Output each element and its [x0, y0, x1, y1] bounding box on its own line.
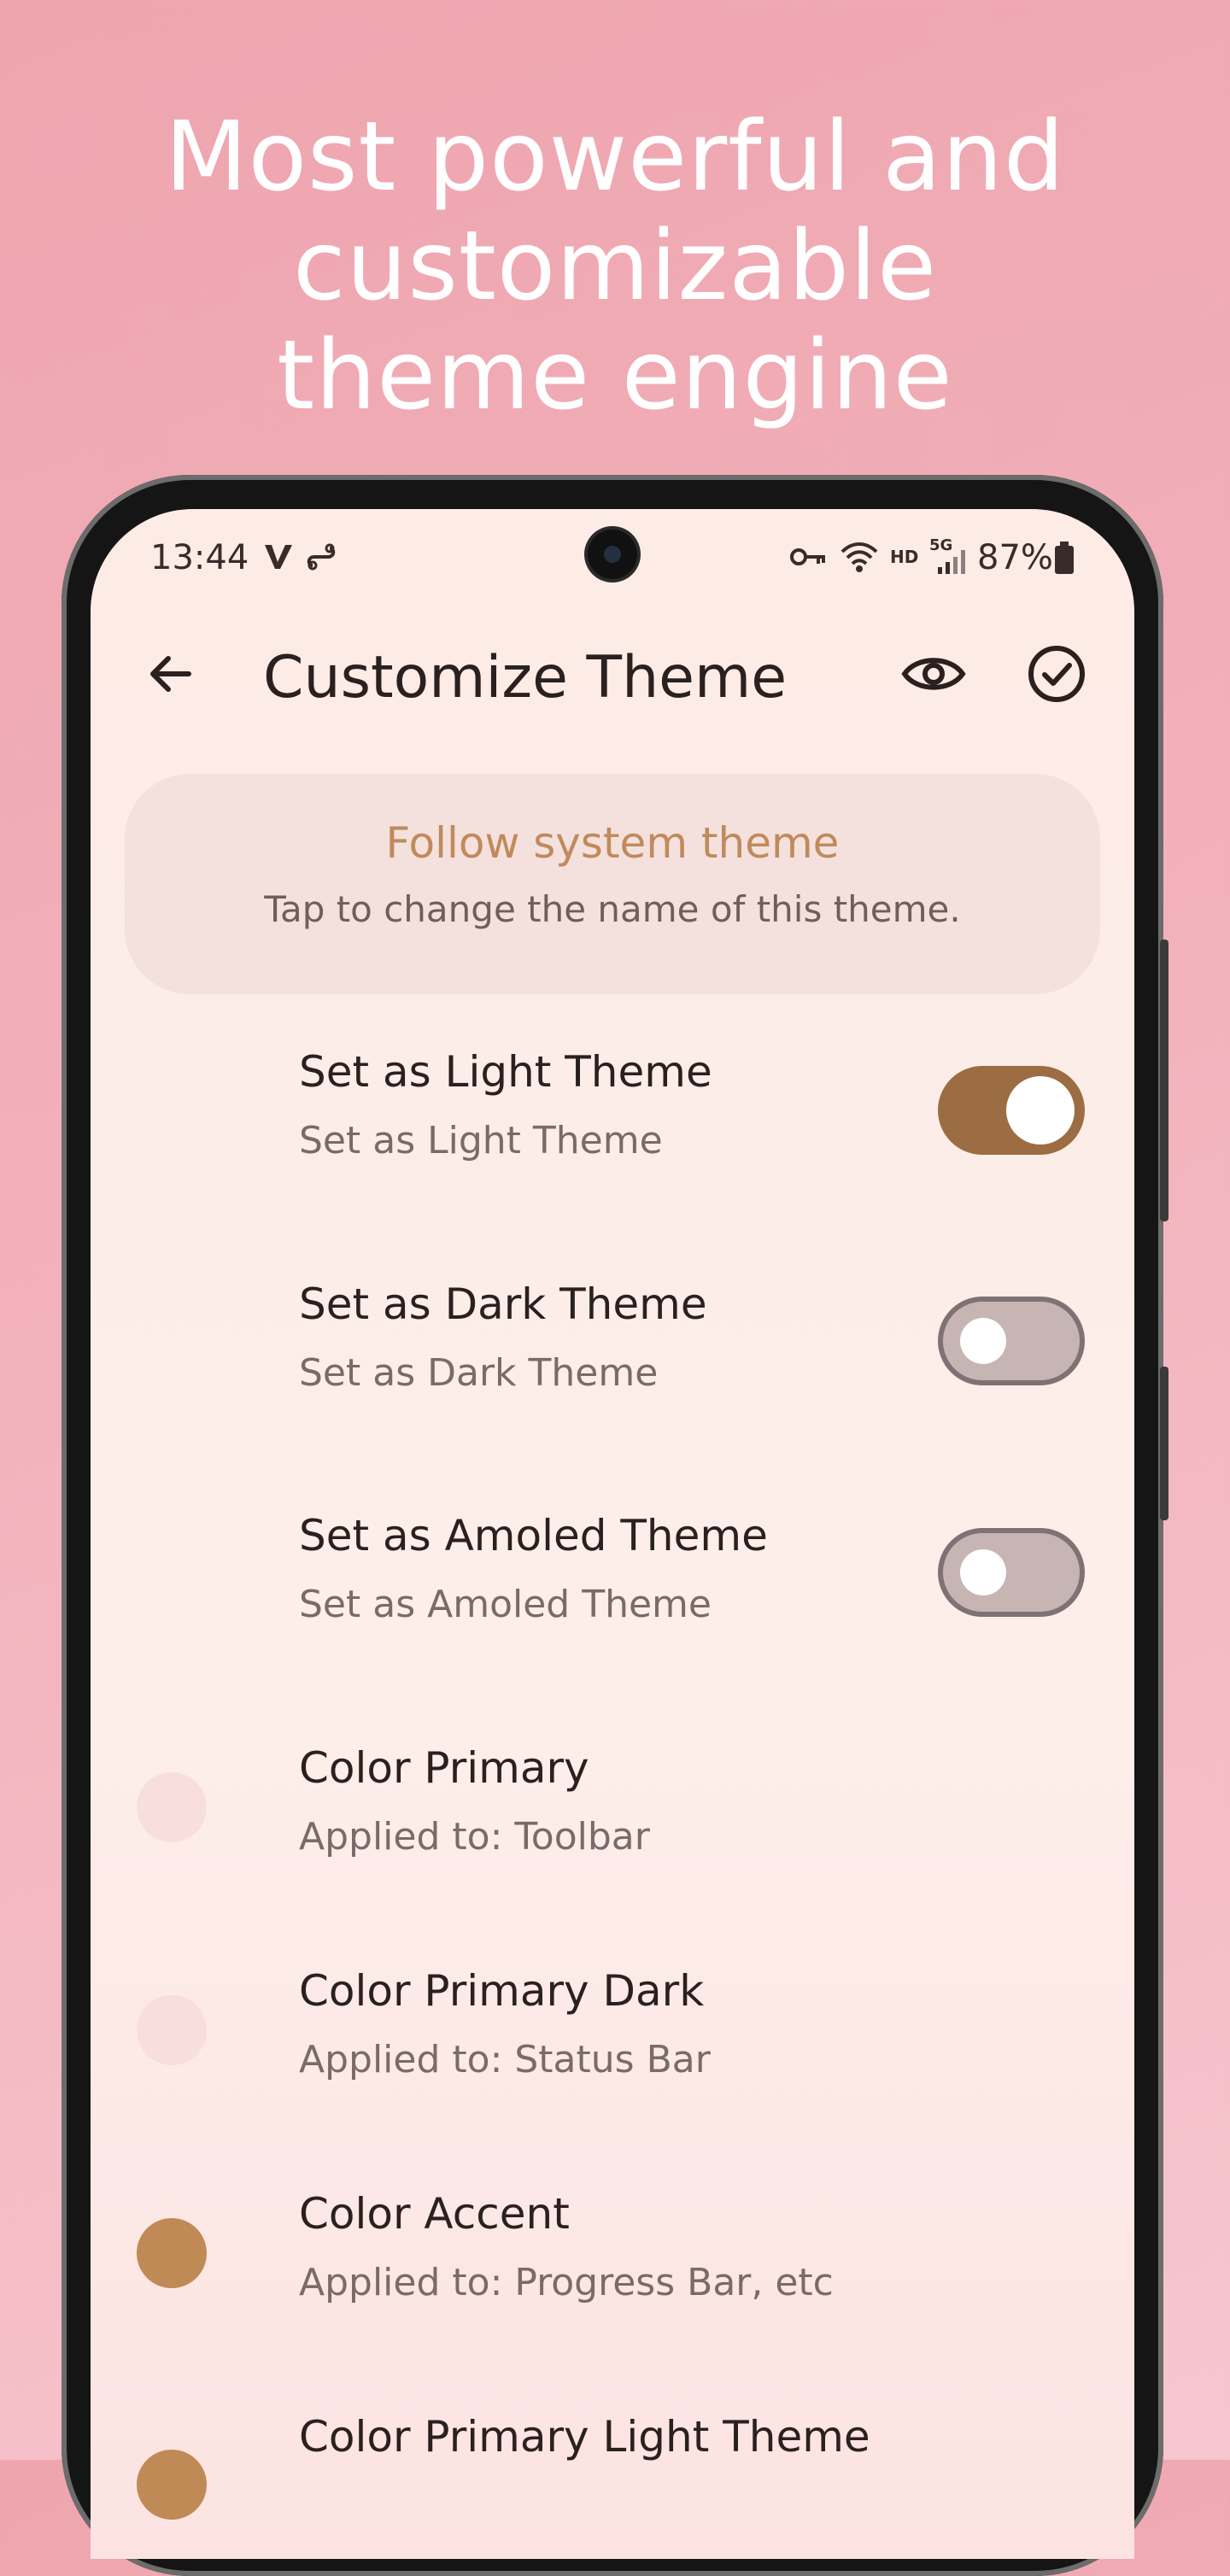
- arrow-back-icon: [144, 648, 196, 703]
- back-button[interactable]: [132, 637, 208, 714]
- vpn-key-icon: [789, 540, 827, 577]
- headline-line-3: theme engine: [277, 320, 953, 431]
- row-title: Set as Amoled Theme: [299, 1511, 768, 1560]
- color-accent-swatch: [137, 2218, 207, 2288]
- page-title: Customize Theme: [263, 644, 788, 711]
- save-theme-button[interactable]: [1018, 637, 1095, 714]
- color-primary-light-swatch: [137, 2450, 207, 2520]
- row-title: Color Accent: [299, 2189, 570, 2239]
- row-title: Set as Dark Theme: [299, 1279, 707, 1329]
- theme-name: Follow system theme: [385, 818, 840, 868]
- row-subtitle: Applied to: Toolbar: [299, 1815, 650, 1859]
- color-primary-swatch: [137, 1772, 207, 1842]
- light-theme-row[interactable]: Set as Light Theme Set as Light Theme: [91, 1022, 1134, 1235]
- eye-icon: [901, 653, 966, 699]
- v-notification-icon: [261, 540, 296, 577]
- color-primary-dark-row[interactable]: Color Primary Dark Applied to: Status Ba…: [91, 1941, 1134, 2154]
- switch-knob: [960, 1318, 1006, 1364]
- color-primary-row[interactable]: Color Primary Applied to: Toolbar: [91, 1718, 1134, 1931]
- wifi-icon: [839, 540, 880, 577]
- dark-theme-row[interactable]: Set as Dark Theme Set as Dark Theme: [91, 1254, 1134, 1467]
- row-subtitle: Applied to: Progress Bar, etc: [299, 2261, 834, 2304]
- theme-name-card[interactable]: Follow system theme Tap to change the na…: [125, 774, 1100, 994]
- color-primary-light-row[interactable]: Color Primary Light Theme: [91, 2386, 1134, 2559]
- volume-button: [1160, 940, 1168, 1221]
- theme-name-hint: Tap to change the name of this theme.: [264, 888, 961, 930]
- link-icon: [304, 540, 338, 577]
- row-subtitle: Set as Dark Theme: [299, 1351, 659, 1395]
- switch-knob: [960, 1549, 1006, 1595]
- preview-button[interactable]: [895, 637, 972, 714]
- row-subtitle: Set as Light Theme: [299, 1119, 663, 1162]
- dark-theme-switch[interactable]: [938, 1297, 1085, 1385]
- headline-line-2: customizable: [292, 211, 938, 322]
- app-screen: 13:44 HD 5G 87% Customize Theme Follow s…: [91, 509, 1134, 2559]
- row-title: Set as Light Theme: [299, 1047, 712, 1097]
- color-accent-row[interactable]: Color Accent Applied to: Progress Bar, e…: [91, 2163, 1134, 2377]
- battery-icon: [1054, 542, 1075, 577]
- light-theme-switch[interactable]: [938, 1066, 1085, 1155]
- color-primary-dark-swatch: [137, 1995, 207, 2065]
- headline-line-1: Most powerful and: [164, 102, 1066, 213]
- row-title: Color Primary Dark: [299, 1966, 705, 2016]
- row-title: Color Primary Light Theme: [299, 2412, 870, 2462]
- signal-icon: [936, 548, 970, 577]
- switch-knob: [1006, 1076, 1075, 1145]
- front-camera: [588, 530, 637, 579]
- row-title: Color Primary: [299, 1743, 589, 1793]
- status-bar: 13:44 HD 5G 87%: [91, 509, 1134, 612]
- amoled-theme-row[interactable]: Set as Amoled Theme Set as Amoled Theme: [91, 1485, 1134, 1699]
- hd-label: HD: [890, 547, 919, 567]
- check-circle-icon: [1027, 644, 1086, 707]
- battery-percent: 87%: [977, 538, 1053, 577]
- power-button: [1160, 1367, 1168, 1520]
- amoled-theme-switch[interactable]: [938, 1528, 1085, 1617]
- row-subtitle: Set as Amoled Theme: [299, 1583, 712, 1626]
- status-time: 13:44: [150, 538, 249, 577]
- headline: Most powerful and customizable theme eng…: [0, 102, 1230, 430]
- row-subtitle: Applied to: Status Bar: [299, 2038, 711, 2081]
